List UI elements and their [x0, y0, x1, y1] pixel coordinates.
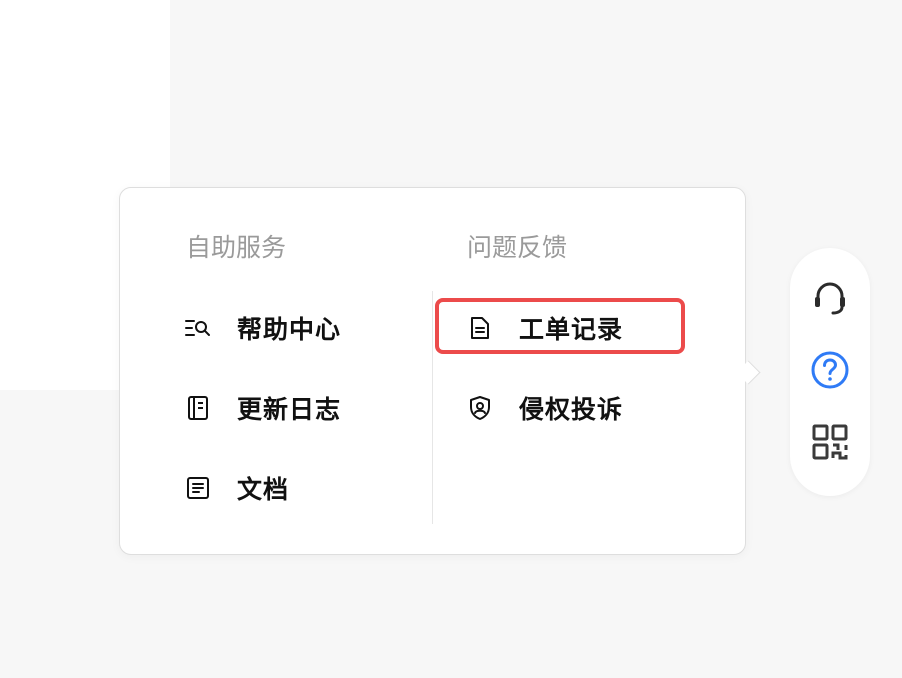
customer-service-button[interactable] — [810, 280, 850, 320]
help-button[interactable] — [810, 350, 850, 394]
qr-code-button[interactable] — [810, 424, 850, 464]
qr-code-icon — [810, 422, 850, 466]
document-icon — [185, 475, 211, 501]
search-list-icon — [185, 315, 211, 341]
help-circle-icon — [810, 350, 850, 394]
column-divider — [432, 291, 433, 524]
feedback-title: 问题反馈 — [467, 233, 568, 262]
shield-user-icon — [467, 395, 493, 421]
headset-icon — [810, 278, 850, 322]
changelog-label: 更新日志 — [237, 395, 342, 424]
menu-item-ticket-records[interactable]: 工单记录 — [467, 308, 623, 348]
notebook-icon — [185, 395, 211, 421]
file-text-icon — [467, 315, 493, 341]
infringement-complaint-label: 侵权投诉 — [519, 395, 624, 424]
menu-item-help-center[interactable]: 帮助中心 — [185, 308, 341, 348]
side-toolbar — [790, 248, 870, 496]
help-center-label: 帮助中心 — [237, 315, 342, 344]
menu-item-infringement-complaint[interactable]: 侵权投诉 — [467, 388, 623, 428]
self-service-title: 自助服务 — [186, 233, 287, 262]
menu-item-docs[interactable]: 文档 — [185, 468, 289, 508]
ticket-records-label: 工单记录 — [519, 315, 624, 344]
docs-label: 文档 — [237, 475, 290, 504]
menu-item-changelog[interactable]: 更新日志 — [185, 388, 341, 428]
